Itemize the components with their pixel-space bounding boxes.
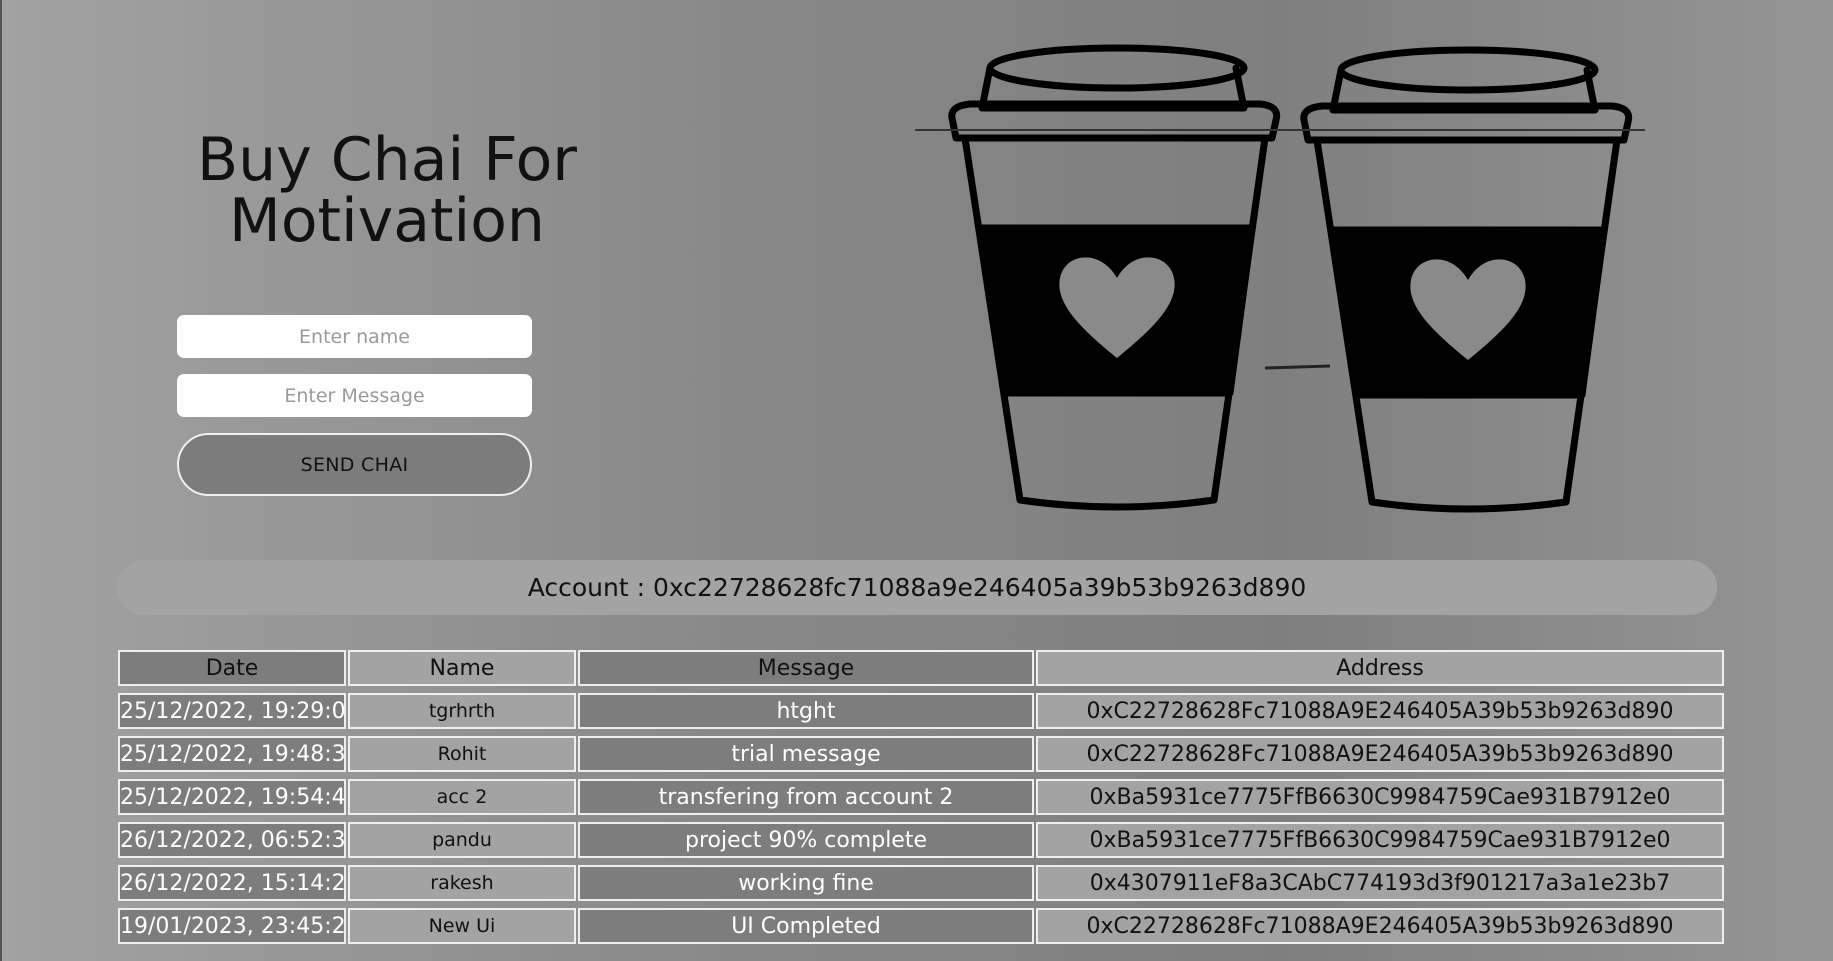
cell-date: 26/12/2022, 15:14:24 (118, 865, 346, 901)
cell-message: working fine (578, 865, 1034, 901)
table-header-row: Date Name Message Address (118, 650, 1724, 686)
cell-name: New Ui (348, 908, 576, 944)
cell-date: 25/12/2022, 19:54:48 (118, 779, 346, 815)
cell-address: 0xC22728628Fc71088A9E246405A39b53b9263d8… (1036, 736, 1724, 772)
cell-message: trial message (578, 736, 1034, 772)
sketch-line-middle (1264, 364, 1331, 370)
cell-address: 0xBa5931ce7775FfB6630C9984759Cae931B7912… (1036, 822, 1724, 858)
cell-message: UI Completed (578, 908, 1034, 944)
cell-date: 25/12/2022, 19:48:36 (118, 736, 346, 772)
coffee-cup-right-icon (1300, 46, 1633, 513)
cell-date: 19/01/2023, 23:45:24 (118, 908, 346, 944)
table-row: 26/12/2022, 06:52:36 pandu project 90% c… (118, 822, 1724, 858)
cell-address: 0xBa5931ce7775FfB6630C9984759Cae931B7912… (1036, 779, 1724, 815)
column-header-message: Message (578, 650, 1034, 686)
page-left-border (0, 0, 2, 961)
cell-message: project 90% complete (578, 822, 1034, 858)
cell-name: acc 2 (348, 779, 576, 815)
two-coffee-cups-with-hearts-icon (915, 44, 1645, 513)
cell-address: 0xC22728628Fc71088A9E246405A39b53b9263d8… (1036, 908, 1724, 944)
cell-message: transfering from account 2 (578, 779, 1034, 815)
column-header-name: Name (348, 650, 576, 686)
page-title-line-1: Buy Chai For (197, 125, 577, 195)
account-bar: Account : 0xc22728628fc71088a9e246405a39… (117, 560, 1717, 615)
cell-address: 0x4307911eF8a3CAbC774193d3f901217a3a1e23… (1036, 865, 1724, 901)
column-header-date: Date (118, 650, 346, 686)
transactions-table: Date Name Message Address 25/12/2022, 19… (116, 643, 1726, 951)
cell-message: htght (578, 693, 1034, 729)
cell-name: pandu (348, 822, 576, 858)
page-title: Buy Chai For Motivation (152, 130, 622, 252)
table-row: 26/12/2022, 15:14:24 rakesh working fine… (118, 865, 1724, 901)
name-input[interactable] (177, 315, 532, 358)
cell-name: rakesh (348, 865, 576, 901)
table-row: 19/01/2023, 23:45:24 New Ui UI Completed… (118, 908, 1724, 944)
column-header-address: Address (1036, 650, 1724, 686)
cell-name: Rohit (348, 736, 576, 772)
cell-date: 25/12/2022, 19:29:00 (118, 693, 346, 729)
page-title-line-2: Motivation (229, 186, 545, 256)
table-row: 25/12/2022, 19:54:48 acc 2 transfering f… (118, 779, 1724, 815)
cell-address: 0xC22728628Fc71088A9E246405A39b53b9263d8… (1036, 693, 1724, 729)
cell-name: tgrhrth (348, 693, 576, 729)
table-row: 25/12/2022, 19:29:00 tgrhrth htght 0xC22… (118, 693, 1724, 729)
send-chai-button[interactable]: SEND CHAI (177, 433, 532, 496)
message-input[interactable] (177, 374, 532, 417)
account-address: 0xc22728628fc71088a9e246405a39b53b9263d8… (653, 573, 1307, 602)
table-row: 25/12/2022, 19:48:36 Rohit trial message… (118, 736, 1724, 772)
cell-date: 26/12/2022, 06:52:36 (118, 822, 346, 858)
account-label: Account : (527, 573, 653, 602)
coffee-cup-left-icon (948, 44, 1281, 511)
